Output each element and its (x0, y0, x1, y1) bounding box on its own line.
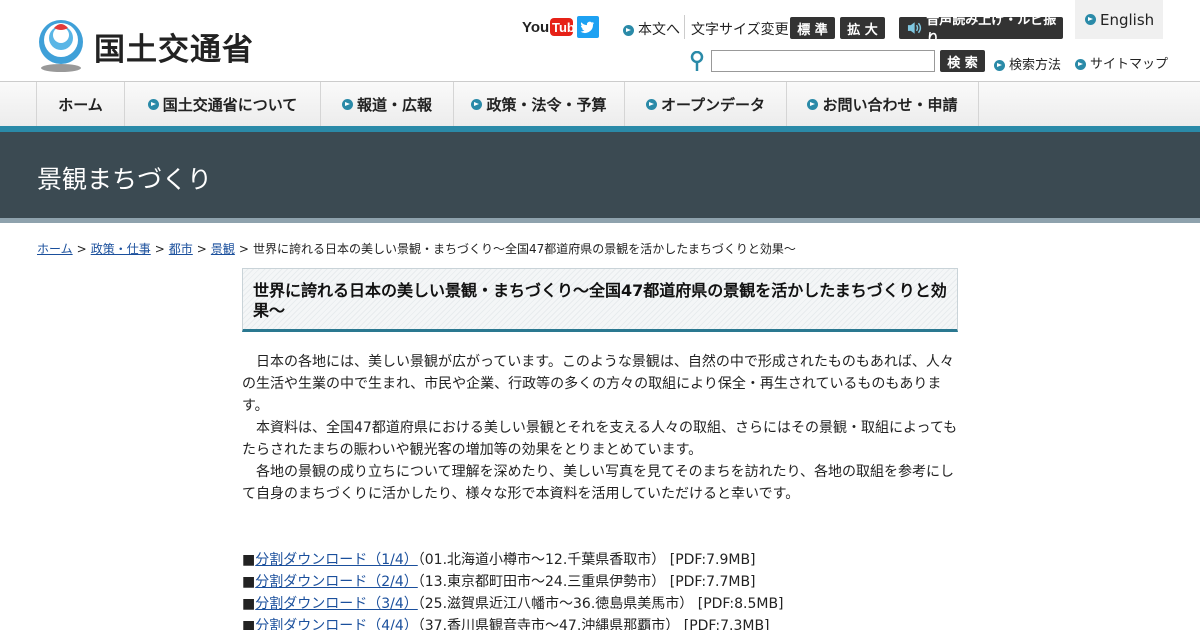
nav-contact[interactable]: お問い合わせ・申請 (787, 82, 979, 126)
download-link-1[interactable]: 分割ダウンロード（1/4） (255, 552, 418, 568)
arrow-bullet-icon (1085, 14, 1096, 25)
arrow-bullet-icon (471, 98, 483, 110)
voice-ruby-button[interactable]: 音声読み上げ・ルビ振り (899, 13, 1063, 47)
location-pin-icon (690, 51, 704, 71)
site-name: 国土交通省 (94, 31, 254, 68)
arrow-bullet-icon (341, 98, 353, 110)
download-link-4[interactable]: 分割ダウンロード（4/4） (255, 618, 418, 630)
download-list: ■分割ダウンロード（1/4）（01.北海道小樽市～12.千葉県香取市） [PDF… (242, 549, 784, 630)
page-banner: 景観まちづくり (0, 132, 1200, 223)
arrow-bullet-icon (807, 98, 819, 110)
mlit-logo-icon (39, 20, 83, 72)
nav-policy[interactable]: 政策・法令・予算 (454, 82, 625, 126)
breadcrumb-current: 世界に誇れる日本の美しい景観・まちづくり～全国47都道府県の景観を活かしたまちづ… (252, 242, 796, 256)
twitter-icon[interactable] (577, 16, 599, 38)
intro-paragraph-1: 日本の各地には、美しい景観が広がっています。このような景観は、自然の中で形成され… (242, 354, 954, 414)
arrow-bullet-icon (645, 98, 657, 110)
svg-text:Tube: Tube (552, 20, 573, 35)
breadcrumb: ホーム > 政策・仕事 > 都市 > 景観 > 世界に誇れる日本の美しい景観・まちづくり～全国4… (37, 242, 796, 256)
search-method-link[interactable]: 検索方法 (994, 54, 1061, 73)
speaker-icon (907, 22, 922, 34)
nav-about[interactable]: 国土交通省について (125, 82, 321, 126)
global-nav: ホーム 国土交通省について 報道・広報 政策・法令・予算 オープンデータ お問い… (0, 82, 1200, 128)
section-title: 景観まちづくり (37, 165, 213, 194)
arrow-bullet-icon (623, 24, 634, 36)
intro-paragraph-2: 本資料は、全国47都道府県における美しい景観とそれを支える人々の取組、さらにはそ… (242, 420, 958, 458)
breadcrumb-home[interactable]: ホーム (37, 242, 73, 256)
youtube-icon[interactable]: You Tube (522, 16, 573, 38)
nav-home[interactable]: ホーム (36, 82, 125, 126)
download-link-3[interactable]: 分割ダウンロード（3/4） (255, 596, 418, 612)
sitemap-link[interactable]: サイトマップ (1075, 53, 1168, 72)
intro-paragraph-3: 各地の景観の成り立ちについて理解を深めたり、美しい写真を見てそのまちを訪れたり、… (242, 464, 955, 502)
site-header: 国土交通省 You Tube 本文へ 文字サイズ変更 標 準 拡 大 音声読み上… (0, 0, 1200, 82)
breadcrumb-city[interactable]: 都市 (169, 242, 193, 256)
font-large-button[interactable]: 拡 大 (840, 17, 885, 39)
font-standard-button[interactable]: 標 準 (790, 17, 835, 39)
content-heading-box: 世界に誇れる日本の美しい景観・まちづくり～全国47都道府県の景観を活かしたまちづ… (242, 268, 958, 332)
list-item: ■分割ダウンロード（4/4）（37.香川県観音寺市～47.沖縄県那覇市） [PD… (242, 615, 784, 630)
search-button[interactable]: 検 索 (940, 50, 985, 72)
search-input[interactable] (711, 50, 935, 72)
svg-text:You: You (522, 19, 549, 36)
english-link[interactable]: English (1075, 0, 1163, 39)
site-logo[interactable]: 国土交通省 (36, 18, 254, 74)
arrow-bullet-icon (147, 98, 159, 110)
nav-opendata[interactable]: オープンデータ (625, 82, 787, 126)
list-item: ■分割ダウンロード（1/4）（01.北海道小樽市～12.千葉県香取市） [PDF… (242, 552, 756, 568)
arrow-bullet-icon (1075, 59, 1086, 70)
nav-press[interactable]: 報道・広報 (321, 82, 454, 126)
download-link-2[interactable]: 分割ダウンロード（2/4） (255, 574, 418, 590)
font-size-label: 文字サイズ変更 (691, 22, 789, 38)
arrow-bullet-icon (994, 60, 1005, 71)
divider (684, 15, 685, 39)
list-item: ■分割ダウンロード（3/4）（25.滋賀県近江八幡市～36.徳島県美馬市） [P… (242, 596, 784, 612)
breadcrumb-landscape[interactable]: 景観 (211, 242, 235, 256)
list-item: ■分割ダウンロード（2/4）（13.東京都町田市～24.三重県伊勢市） [PDF… (242, 574, 756, 590)
skip-to-content-link[interactable]: 本文へ (623, 19, 680, 39)
page-title: 世界に誇れる日本の美しい景観・まちづくり～全国47都道府県の景観を活かしたまちづ… (253, 281, 947, 320)
breadcrumb-policy[interactable]: 政策・仕事 (91, 242, 151, 256)
